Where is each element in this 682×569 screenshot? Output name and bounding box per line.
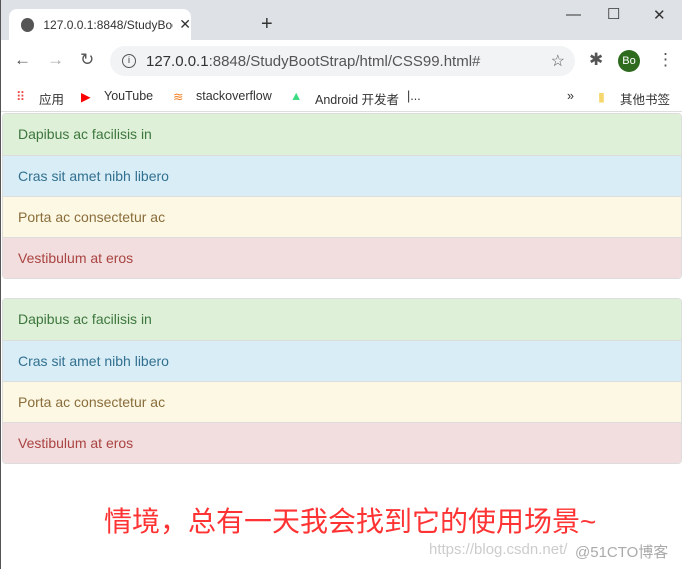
list-item-info: Cras sit amet nibh libero: [3, 155, 681, 196]
other-bookmarks[interactable]: 其他书签: [620, 89, 670, 108]
url-host: 127.0.0.1: [146, 52, 209, 70]
list-group-2: Dapibus ac facilisis in Cras sit amet ni…: [2, 298, 682, 464]
stackoverflow-icon: ≋: [173, 90, 184, 104]
tab-title: 127.0.0.1:8848/StudyBootStrap/html/CSS99…: [43, 17, 174, 32]
caption: 情境，总有一天我会找到它的使用场景~: [104, 506, 597, 537]
bookmark-youtube[interactable]: YouTube: [104, 89, 153, 103]
globe-icon: [21, 17, 35, 32]
list-item-danger: Vestibulum at eros: [3, 237, 681, 278]
folder-icon: ▮: [598, 90, 605, 104]
extensions-icon[interactable]: ✱: [589, 50, 603, 70]
tab-bar: 127.0.0.1:8848/StudyBootStrap/html/CSS99…: [1, 0, 682, 40]
bookmark-more[interactable]: |...: [407, 89, 421, 103]
youtube-icon: ▶: [81, 90, 91, 104]
list-link-info[interactable]: Cras sit amet nibh libero: [3, 340, 681, 381]
menu-icon[interactable]: ⋮: [657, 50, 674, 70]
apps-icon[interactable]: ⠿: [16, 89, 25, 104]
bookmarks-bar: ⠿ 应用 ▶ YouTube ≋ stackoverflow ▲ Android…: [1, 82, 682, 112]
watermark: https://blog.csdn.net/: [429, 541, 568, 558]
url-path: :8848/StudyBootStrap/html/CSS99.html#: [208, 52, 481, 70]
list-item-warning: Porta ac consectetur ac: [3, 196, 681, 237]
close-tab-icon[interactable]: ✕: [179, 16, 191, 33]
watermark-51cto: @51CTO博客: [575, 544, 669, 561]
new-tab-button[interactable]: +: [261, 13, 273, 36]
forward-icon[interactable]: →: [47, 50, 64, 70]
star-icon[interactable]: ☆: [551, 51, 565, 71]
reload-icon[interactable]: ↻: [80, 50, 94, 70]
avatar[interactable]: Bo: [618, 50, 640, 72]
list-link-warning[interactable]: Porta ac consectetur ac: [3, 381, 681, 422]
android-icon: ▲: [290, 89, 303, 103]
list-group-1: Dapibus ac facilisis in Cras sit amet ni…: [2, 113, 682, 279]
list-item-success: Dapibus ac facilisis in: [3, 114, 681, 155]
bookmark-stackoverflow[interactable]: stackoverflow: [196, 89, 272, 103]
list-link-success[interactable]: Dapibus ac facilisis in: [3, 299, 681, 340]
address-bar[interactable]: i 127.0.0.1:8848/StudyBootStrap/html/CSS…: [110, 46, 575, 76]
close-window-button[interactable]: ✕: [653, 6, 666, 24]
back-icon[interactable]: ←: [14, 50, 31, 70]
list-link-danger[interactable]: Vestibulum at eros: [3, 422, 681, 463]
browser-tab[interactable]: 127.0.0.1:8848/StudyBootStrap/html/CSS99…: [9, 9, 191, 40]
minimize-button[interactable]: —: [566, 6, 581, 23]
toolbar: ← → ↻ i 127.0.0.1:8848/StudyBootStrap/ht…: [1, 40, 682, 82]
maximize-button[interactable]: ☐: [607, 5, 620, 23]
bookmark-apps[interactable]: 应用: [39, 89, 64, 108]
info-icon[interactable]: i: [122, 54, 136, 68]
bookmarks-overflow[interactable]: »: [567, 89, 574, 103]
bookmark-android[interactable]: Android 开发者: [315, 89, 399, 108]
